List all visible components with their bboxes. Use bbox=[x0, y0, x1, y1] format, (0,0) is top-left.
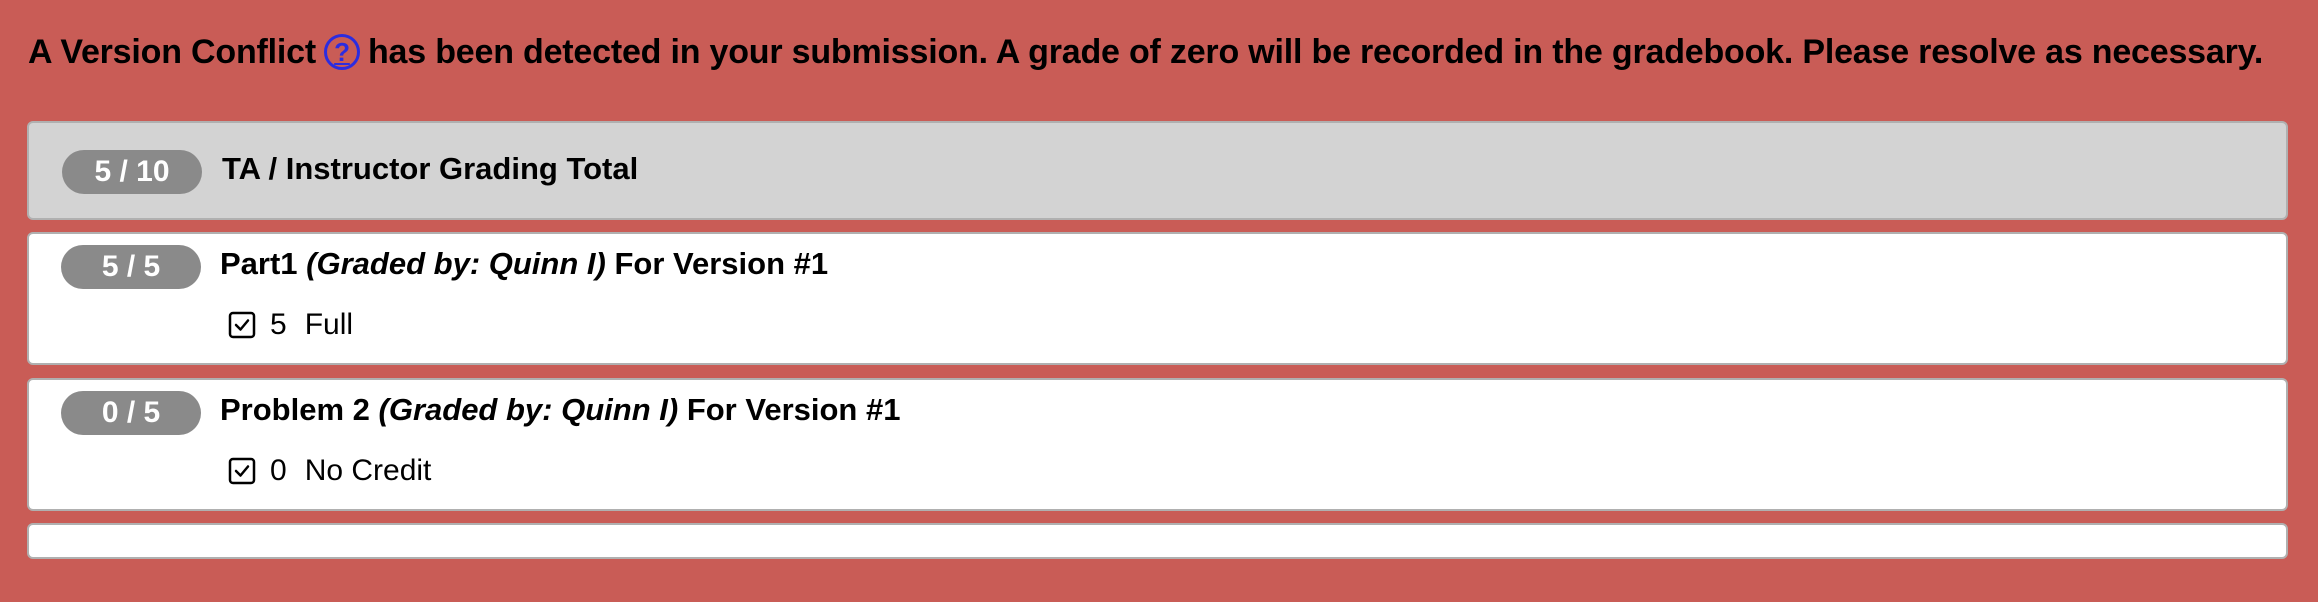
component-version: For Version #1 bbox=[686, 392, 901, 427]
component-name: Problem 2 bbox=[220, 392, 370, 427]
checkbox-checked-icon[interactable] bbox=[228, 311, 256, 339]
component-name: Part1 bbox=[220, 246, 298, 281]
total-score-badge: 5 / 10 bbox=[62, 150, 202, 194]
mark-item[interactable]: 0 No Credit bbox=[228, 454, 431, 488]
component-score-badge: 5 / 5 bbox=[61, 245, 201, 289]
component-version: For Version #1 bbox=[614, 246, 829, 281]
version-conflict-banner: A Version Conflict ? has been detected i… bbox=[28, 26, 2263, 78]
component-grader: (Graded by: Quinn I) bbox=[306, 246, 606, 281]
checkbox-checked-icon[interactable] bbox=[228, 457, 256, 485]
help-circle-icon[interactable]: ? bbox=[323, 34, 360, 70]
component-panel[interactable]: 0 / 5 Problem 2 (Graded by: Quinn I) For… bbox=[27, 378, 2288, 511]
grading-total-panel: 5 / 10 TA / Instructor Grading Total bbox=[27, 121, 2288, 220]
component-grader: (Graded by: Quinn I) bbox=[378, 392, 679, 427]
mark-label: No Credit bbox=[304, 454, 432, 487]
banner-text-start: A Version Conflict bbox=[28, 32, 316, 71]
component-panel[interactable]: 5 / 5 Part1 (Graded by: Quinn I) For Ver… bbox=[27, 232, 2288, 365]
grading-total-label: TA / Instructor Grading Total bbox=[222, 151, 639, 186]
component-title: Part1 (Graded by: Quinn I) For Version #… bbox=[220, 246, 828, 282]
banner-text-end: has been detected in your submission. A … bbox=[367, 32, 2264, 71]
mark-points: 5 bbox=[270, 308, 287, 341]
mark-item[interactable]: 5 Full bbox=[228, 308, 353, 342]
component-title: Problem 2 (Graded by: Quinn I) For Versi… bbox=[220, 392, 900, 428]
mark-label: Full bbox=[304, 308, 354, 341]
component-score-badge: 0 / 5 bbox=[61, 391, 201, 435]
mark-points: 0 bbox=[270, 454, 287, 487]
empty-panel bbox=[27, 523, 2288, 559]
